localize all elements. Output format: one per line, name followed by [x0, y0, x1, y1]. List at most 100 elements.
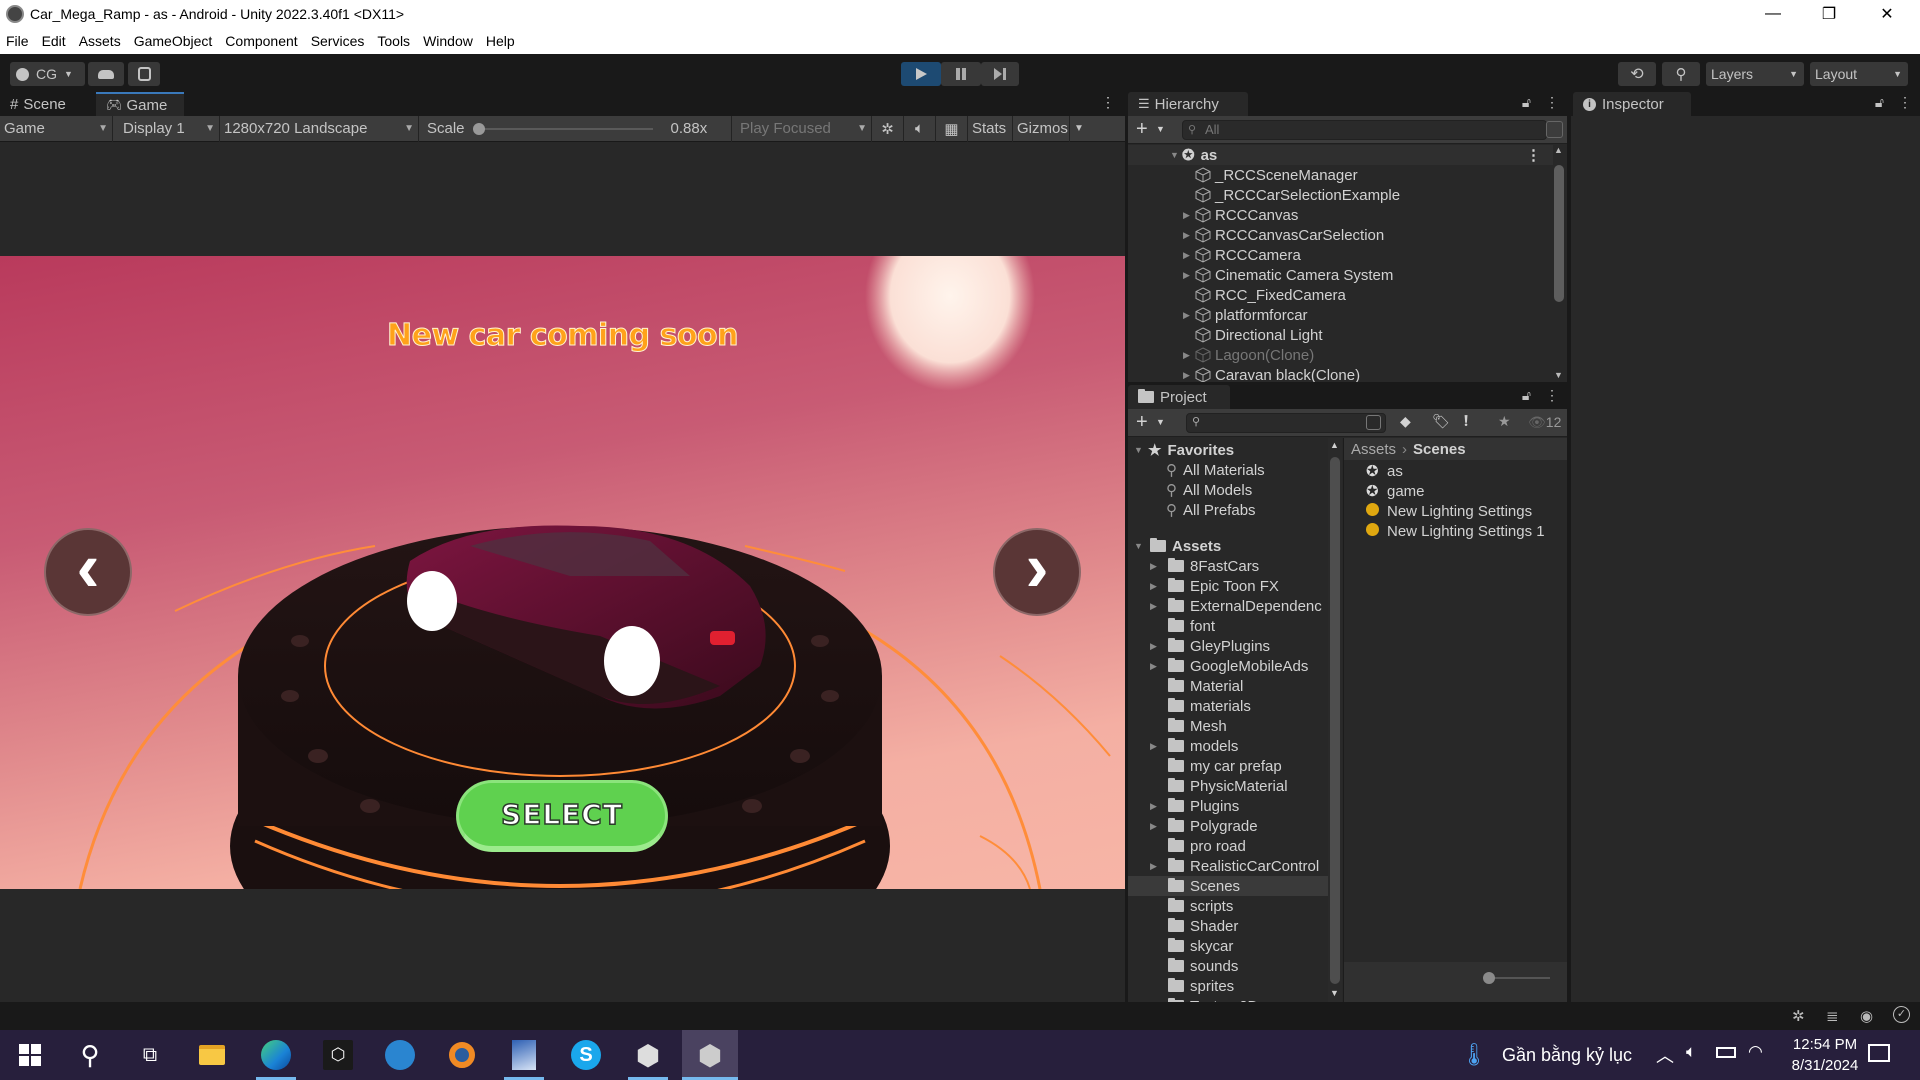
expand-arrow-icon[interactable]: ▶ — [1183, 310, 1195, 321]
hierarchy-item[interactable]: ▶ Caravan black(Clone) — [1128, 365, 1360, 382]
scale-slider[interactable] — [472, 122, 653, 135]
folder-item[interactable]: sprites — [1128, 976, 1328, 996]
asset-item[interactable]: New Lighting Settings — [1344, 501, 1532, 521]
prev-car-button[interactable]: ‹ — [44, 528, 132, 616]
edge-button[interactable] — [248, 1030, 304, 1080]
expand-arrow-icon[interactable]: ▶ — [1150, 581, 1162, 592]
expanded-arrow-icon[interactable]: ▼ — [1134, 445, 1146, 455]
folder-item[interactable]: Shader — [1128, 916, 1328, 936]
favorites-header[interactable]: ▼ ★ Favorites — [1128, 440, 1234, 460]
warning-icon[interactable]: ❗︎ — [1464, 413, 1468, 430]
menu-component[interactable]: Component — [225, 33, 297, 49]
lock-icon[interactable]: 🔓︎ — [1522, 94, 1531, 111]
expand-arrow-icon[interactable]: ▶ — [1183, 270, 1195, 281]
expand-arrow-icon[interactable]: ▶ — [1150, 821, 1162, 832]
step-button[interactable] — [981, 62, 1019, 86]
unity-button[interactable]: ⬢ — [620, 1030, 676, 1080]
folder-item[interactable]: ▶ 8FastCars — [1128, 556, 1328, 576]
hierarchy-scrollbar[interactable]: ▲ ▼ — [1553, 145, 1565, 382]
maximize-button[interactable]: ❐ — [1806, 0, 1852, 28]
blender-button[interactable] — [434, 1030, 490, 1080]
menu-gameobject[interactable]: GameObject — [134, 33, 213, 49]
menu-services[interactable]: Services — [311, 33, 365, 49]
scroll-down-icon[interactable]: ▼ — [1330, 988, 1339, 998]
tab-project[interactable]: Project — [1128, 385, 1230, 409]
file-explorer-button[interactable] — [184, 1030, 240, 1080]
menu-assets[interactable]: Assets — [79, 33, 121, 49]
hierarchy-item[interactable]: _RCCSceneManager — [1128, 165, 1358, 185]
tab-game[interactable]: 🎮︎ Game — [96, 92, 184, 116]
mute-audio-button[interactable]: 🔈︎ — [904, 115, 936, 142]
hierarchy-item[interactable]: ▶ RCCCamera — [1128, 245, 1301, 265]
minimize-button[interactable]: — — [1750, 0, 1796, 28]
play-button[interactable] — [901, 62, 941, 86]
folder-item[interactable]: skycar — [1128, 936, 1328, 956]
scrollbar-thumb[interactable] — [1554, 165, 1564, 302]
folder-item[interactable]: font — [1128, 616, 1328, 636]
menu-file[interactable]: File — [6, 33, 29, 49]
favorite-item[interactable]: ⚲ All Models — [1128, 480, 1252, 500]
folder-item[interactable]: scripts — [1128, 896, 1328, 916]
asset-item[interactable]: New Lighting Settings 1 — [1344, 521, 1545, 541]
open-search-window-icon[interactable] — [1366, 415, 1381, 430]
folder-item[interactable]: sounds — [1128, 956, 1328, 976]
unity-version-control-button[interactable] — [128, 62, 160, 86]
chevron-down-icon[interactable]: ▼ — [1156, 124, 1165, 134]
open-search-window-icon[interactable] — [1546, 121, 1563, 138]
gizmos-dropdown[interactable]: ▼ — [1070, 116, 1088, 142]
folder-item[interactable]: ▶ Polygrade — [1128, 816, 1328, 836]
play-mode-dropdown[interactable]: Play Focused ▼ — [732, 115, 872, 142]
folder-item[interactable]: my car prefap — [1128, 756, 1328, 776]
create-asset-button[interactable]: + — [1136, 411, 1148, 434]
folder-item[interactable]: ▶ RealisticCarControl — [1128, 856, 1328, 876]
expand-arrow-icon[interactable]: ▶ — [1150, 861, 1162, 872]
more-options-icon[interactable]: ⋮ — [1545, 94, 1559, 111]
scroll-up-icon[interactable]: ▲ — [1330, 440, 1339, 450]
select-button[interactable]: SELECT — [456, 780, 668, 852]
scroll-up-icon[interactable]: ▲ — [1554, 145, 1563, 155]
weather-widget[interactable]: 🌡︎ Gần bằng kỷ lục — [1460, 1042, 1632, 1068]
wifi-icon[interactable]: ◠ — [1748, 1042, 1763, 1062]
more-options-icon[interactable]: ⋮ — [1898, 94, 1912, 111]
start-button[interactable] — [2, 1030, 58, 1080]
lock-icon[interactable]: 🔓︎ — [1875, 94, 1884, 111]
assets-root[interactable]: ▼ Assets — [1128, 536, 1221, 556]
favorite-star-icon[interactable]: ★ — [1498, 413, 1511, 430]
expand-arrow-icon[interactable]: ▶ — [1150, 641, 1162, 652]
more-options-icon[interactable]: ⋮ — [1101, 94, 1115, 111]
hierarchy-item[interactable]: ▶ platformforcar — [1128, 305, 1308, 325]
notifications-icon[interactable] — [1868, 1044, 1890, 1062]
stats-button[interactable]: Stats — [968, 115, 1013, 142]
folder-item[interactable]: Material — [1128, 676, 1328, 696]
breadcrumb-assets[interactable]: Assets — [1351, 441, 1396, 458]
expand-arrow-icon[interactable]: ▶ — [1150, 801, 1162, 812]
search-button[interactable]: ⚲ — [1662, 62, 1700, 86]
folder-item[interactable]: ▶ Plugins — [1128, 796, 1328, 816]
expand-arrow-icon[interactable]: ▶ — [1150, 561, 1162, 572]
expanded-arrow-icon[interactable]: ▼ — [1170, 150, 1182, 160]
tab-hierarchy[interactable]: ☰ Hierarchy — [1128, 92, 1248, 116]
folder-item[interactable]: ▶ GoogleMobileAds — [1128, 656, 1328, 676]
project-search-input[interactable]: ⚲ — [1186, 413, 1386, 433]
game-view[interactable]: New car coming soon ‹ › SELECT — [0, 256, 1125, 889]
scale-slider-thumb[interactable] — [472, 122, 485, 135]
lock-icon[interactable]: 🔓︎ — [1522, 387, 1531, 404]
asset-item[interactable]: ✪ as — [1344, 461, 1403, 481]
hierarchy-search-input[interactable]: ⚲ All — [1182, 120, 1547, 140]
unity-hub-button[interactable]: ⬡ — [310, 1030, 366, 1080]
expand-arrow-icon[interactable]: ▶ — [1183, 210, 1195, 221]
expand-arrow-icon[interactable]: ▶ — [1183, 230, 1195, 241]
close-button[interactable]: ✕ — [1864, 0, 1910, 28]
unity-active-button[interactable]: ⬢ — [682, 1030, 738, 1080]
menu-tools[interactable]: Tools — [377, 33, 410, 49]
folder-item[interactable]: ▶ GleyPlugins — [1128, 636, 1328, 656]
paint-app-button[interactable] — [496, 1030, 552, 1080]
hierarchy-item[interactable]: Directional Light — [1128, 325, 1323, 345]
metrics-button[interactable]: ▦ — [936, 115, 968, 142]
layers-dropdown[interactable]: Layers ▼ — [1706, 62, 1804, 86]
folder-item[interactable]: pro road — [1128, 836, 1328, 856]
task-view-button[interactable]: ⧉ — [122, 1030, 178, 1080]
folder-item[interactable]: Scenes — [1128, 876, 1328, 896]
next-car-button[interactable]: › — [993, 528, 1081, 616]
debug-button[interactable]: ✲ — [872, 115, 904, 142]
